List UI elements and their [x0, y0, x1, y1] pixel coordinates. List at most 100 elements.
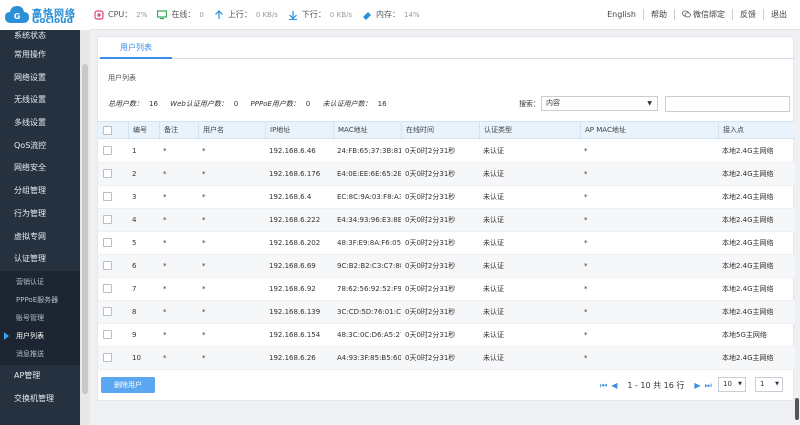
row-checkbox[interactable] [103, 169, 112, 178]
page-number-value: 1 [760, 380, 765, 388]
row-checkbox[interactable] [103, 215, 112, 224]
cell-remark: * [163, 147, 167, 155]
main-scroll-thumb[interactable] [795, 398, 799, 420]
help-link[interactable]: 帮助 [643, 9, 674, 20]
table-row[interactable]: 6 * * 192.168.6.69 9C:B2:B2:C3:C7:88 0天0时2分31… [98, 255, 795, 278]
column-header-ip[interactable]: IP地址 [265, 122, 333, 140]
submenu-message-push[interactable]: 消息推送 [0, 345, 80, 363]
column-header-number[interactable]: 编号 [128, 122, 159, 140]
top-bar: G 高恪网络 Gocloud CPU： 2% 在线： 0 上行： 0 KB/s 下行：… [0, 0, 800, 30]
column-header-auth-type[interactable]: 认证类型 [479, 122, 580, 140]
wechat-bind-link[interactable]: 微信绑定 [674, 9, 732, 20]
cell-number: 8 [132, 308, 137, 316]
cell-access-point: 本地2.4G主网络 [722, 216, 774, 224]
search-field-select[interactable]: 内容 ▼ [541, 96, 658, 111]
table-row[interactable]: 3 * * 192.168.6.4 EC:8C:9A:03:F8:A3 0天0时2分31秒… [98, 186, 795, 209]
cell-online-time: 0天0时2分31秒 [405, 354, 456, 362]
sidebar-item-common-ops[interactable]: 常用操作 [0, 44, 80, 67]
table-row[interactable]: 4 * * 192.168.6.222 E4:34:93:96:E3:8E 0天0时2分3… [98, 209, 795, 232]
row-checkbox[interactable] [103, 192, 112, 201]
table-row[interactable]: 1 * * 192.168.6.46 24:FB:65:37:3B:81 0天0时2分31… [98, 140, 795, 163]
row-checkbox[interactable] [103, 146, 112, 155]
cpu-value: 2% [136, 10, 148, 19]
logout-link[interactable]: 退出 [763, 9, 794, 20]
page-number-select[interactable]: 1 ▼ [755, 377, 783, 392]
cell-auth-type: 未认证 [483, 262, 504, 270]
row-checkbox[interactable] [103, 261, 112, 270]
sidebar-scroll-thumb[interactable] [82, 64, 88, 394]
cell-remark: * [163, 354, 167, 362]
cell-mac: EC:8C:9A:03:F8:A3 [337, 193, 401, 201]
main-scrollbar[interactable] [794, 395, 800, 425]
submenu-pppoe-server[interactable]: PPPoE服务器 [0, 291, 80, 309]
column-header-remark[interactable]: 备注 [159, 122, 198, 140]
sidebar-item-wireless-settings[interactable]: 无线设置 [0, 89, 80, 112]
submenu-marketing-auth[interactable]: 营销认证 [0, 273, 80, 291]
main-panel: 用户列表 用户列表 总用户数： 16 Web认证用户数： 0 PPPoE用户数： 0 … [97, 36, 795, 401]
tab-user-list[interactable]: 用户列表 [100, 37, 172, 59]
first-page-icon[interactable]: ⏮ [600, 381, 607, 391]
row-checkbox[interactable] [103, 307, 112, 316]
cell-ap-mac: * [584, 147, 588, 155]
sidebar-item-auth[interactable]: 认证管理 [0, 248, 80, 271]
next-page-icon[interactable]: ▶ [694, 381, 700, 390]
cloud-logo-icon: G [5, 6, 29, 23]
submenu-accounts[interactable]: 账号管理 [0, 309, 80, 327]
page-range: 1 - 10 共 16 行 [627, 381, 685, 390]
sidebar-scrollbar[interactable] [80, 30, 90, 425]
column-header-online-time[interactable]: 在线时间 [401, 122, 479, 140]
column-header-ap-mac[interactable]: AP MAC地址 [580, 122, 718, 140]
row-checkbox[interactable] [103, 238, 112, 247]
page-size-select[interactable]: 10 ▼ [718, 377, 746, 392]
cell-mac: E4:34:93:96:E3:8E [337, 216, 401, 224]
cell-username: * [202, 193, 206, 201]
sidebar-item-groups[interactable]: 分组管理 [0, 180, 80, 203]
sidebar-item-multiline[interactable]: 多线设置 [0, 112, 80, 135]
cell-number: 1 [132, 147, 137, 155]
cell-online-time: 0天0时2分31秒 [405, 331, 456, 339]
cell-ip: 192.168.6.202 [269, 239, 321, 247]
cell-number: 4 [132, 216, 137, 224]
column-header-username[interactable]: 用户名 [198, 122, 265, 140]
table-row[interactable]: 9 * * 192.168.6.154 48:3C:0C:D6:A5:27 0天0时2分3… [98, 324, 795, 347]
table-row[interactable]: 7 * * 192.168.6.92 78:62:56:92:52:F9 0天0时2分31… [98, 278, 795, 301]
column-header-access-point[interactable]: 接入点 [718, 122, 800, 140]
sidebar-item-switch[interactable]: 交换机管理 [0, 388, 80, 411]
cell-access-point: 本地2.4G主网络 [722, 285, 774, 293]
row-checkbox[interactable] [103, 353, 112, 362]
row-checkbox[interactable] [103, 330, 112, 339]
table-row[interactable]: 8 * * 192.168.6.139 3C:CD:5D:76:01:CA 0天0时2分3… [98, 301, 795, 324]
submenu-user-list[interactable]: 用户列表 [0, 327, 80, 345]
sidebar-item-behavior[interactable]: 行为管理 [0, 203, 80, 226]
cell-ip: 192.168.6.26 [269, 354, 316, 362]
select-all-checkbox[interactable] [103, 126, 112, 135]
sidebar-item-vpn[interactable]: 虚拟专网 [0, 226, 80, 249]
cell-ap-mac: * [584, 331, 588, 339]
sidebar-item-qos[interactable]: QoS流控 [0, 135, 80, 158]
sidebar-item-network-settings[interactable]: 网络设置 [0, 67, 80, 90]
tab-bar: 用户列表 [98, 37, 795, 59]
table-row[interactable]: 10 * * 192.168.6.26 A4:93:3F:85:B5:60 0天0时2分3… [98, 347, 795, 370]
cell-ap-mac: * [584, 354, 588, 362]
feedback-link[interactable]: 反馈 [732, 9, 763, 20]
table-row[interactable]: 5 * * 192.168.6.202 48:3F:E9:8A:F6:05 0天0时2分3… [98, 232, 795, 255]
sidebar-item-security[interactable]: 网络安全 [0, 157, 80, 180]
sidebar-item-system-status[interactable]: 系统状态 [0, 30, 80, 44]
row-checkbox[interactable] [103, 284, 112, 293]
cell-username: * [202, 216, 206, 224]
search-input[interactable] [665, 96, 790, 112]
last-page-icon[interactable]: ⏭ [705, 381, 712, 391]
delete-user-button[interactable]: 删除用户 [101, 377, 155, 393]
sidebar-item-ap[interactable]: AP管理 [0, 365, 80, 388]
unauth-users-label: 未认证用户数： [322, 100, 372, 108]
prev-page-icon[interactable]: ◀ [611, 381, 617, 390]
cell-remark: * [163, 239, 167, 247]
cell-remark: * [163, 170, 167, 178]
column-header-mac[interactable]: MAC地址 [333, 122, 401, 140]
cell-access-point: 本地2.4G主网络 [722, 170, 774, 178]
logo[interactable]: G 高恪网络 Gocloud [0, 0, 90, 30]
dropdown-arrow-icon: ▼ [647, 100, 652, 107]
cell-access-point: 本地2.4G主网络 [722, 193, 774, 201]
english-link[interactable]: English [600, 10, 643, 19]
table-row[interactable]: 2 * * 192.168.6.176 E4:0E:EE:6E:65:2E 0天0时2分3… [98, 163, 795, 186]
